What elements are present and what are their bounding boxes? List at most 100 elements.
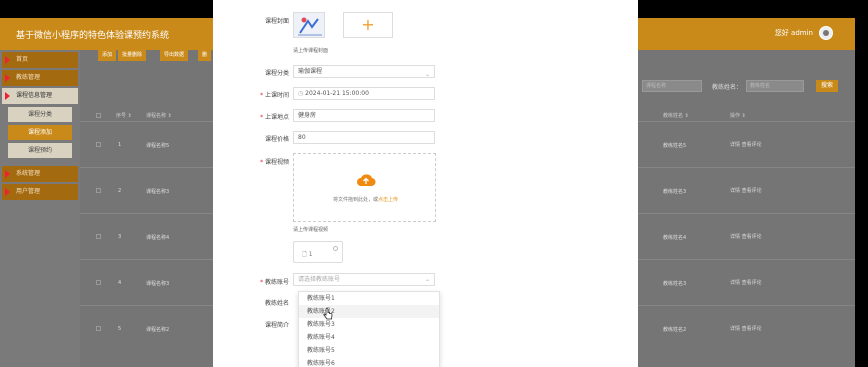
row-index: 1 <box>118 142 122 148</box>
video-label: * 课程视频 <box>260 159 289 166</box>
row-coach-name: 教练姓名3 <box>663 189 687 195</box>
menu-marker-icon <box>5 74 10 82</box>
export-button[interactable]: 导出数据 <box>160 50 189 61</box>
row-course-name: 课程名称3 <box>146 281 170 287</box>
sidebar-item-users[interactable]: 用户管理 <box>2 184 78 200</box>
sidebar-item-course[interactable]: 课程信息管理 <box>2 88 78 104</box>
dropdown-option[interactable]: 教练账号2 <box>299 305 439 318</box>
uploaded-file-name: 🗋 1 <box>302 250 313 260</box>
cover-hint: 请上传课程封面 <box>293 48 329 54</box>
sidebar-item-label: 系统管理 <box>16 170 41 177</box>
chevron-down-icon: ⌄ <box>424 71 430 78</box>
row-actions[interactable]: 详情 查看评论 <box>730 325 762 332</box>
video-label-text: 课程视频 <box>264 159 289 166</box>
course-name-search-input[interactable]: 课程名称 <box>642 80 702 92</box>
row-checkbox[interactable] <box>96 280 101 285</box>
batch-delete-button[interactable]: 批量删除 <box>118 50 147 61</box>
time-picker[interactable]: ◷ 2024-01-21 15:00:00 <box>293 87 435 100</box>
row-course-name: 课程名称2 <box>146 327 170 333</box>
delete-button[interactable]: 删 <box>198 50 212 61</box>
category-select[interactable]: 瑜伽课程 ⌄ <box>293 65 435 78</box>
place-value: 健身房 <box>298 112 317 119</box>
coach-no-placeholder: 请选择教练账号 <box>298 276 341 283</box>
video-hint: 请上传课程视频 <box>293 227 329 233</box>
sidebar-sub-booking[interactable]: 课程预约 <box>8 143 72 158</box>
header-index[interactable]: 序号 ⇕ <box>116 112 132 119</box>
chevron-up-icon: ⌃ <box>424 279 430 286</box>
search-button[interactable]: 搜索 <box>816 80 838 92</box>
select-all-checkbox[interactable] <box>96 113 101 118</box>
row-actions[interactable]: 详情 查看评论 <box>730 141 762 148</box>
coach-no-label: * 教练账号 <box>260 279 289 286</box>
dropdown-option[interactable]: 教练账号5 <box>299 344 439 357</box>
row-checkbox[interactable] <box>96 188 101 193</box>
place-label-text: 上课地点 <box>264 114 289 121</box>
row-actions[interactable]: 详情 查看评论 <box>730 233 762 240</box>
uploaded-file-name-text: 1 <box>308 251 313 258</box>
sidebar-sub-category[interactable]: 课程分类 <box>8 107 72 122</box>
dropdown-option[interactable]: 教练账号4 <box>299 331 439 344</box>
coach-name-search-input[interactable]: 教练姓名 <box>746 80 804 92</box>
intro-label-text: 课程简介 <box>264 322 289 329</box>
close-icon[interactable] <box>333 246 338 251</box>
time-value: 2024-01-21 15:00:00 <box>305 90 369 97</box>
coach-name-label: 教练姓名 <box>233 298 289 307</box>
screen: 基于微信小程序的特色体验课预约系统 您好 admin 首页 教练管理 课程信息管… <box>0 0 868 367</box>
row-checkbox[interactable] <box>96 234 101 239</box>
row-course-name: 课程名称3 <box>146 189 170 195</box>
add-button[interactable]: 添加 <box>98 50 117 61</box>
dropdown-option[interactable]: 教练账号1 <box>299 292 439 305</box>
place-label: * 上课地点 <box>260 114 289 121</box>
dropdown-option[interactable]: 教练账号6 <box>299 357 439 367</box>
menu-marker-icon <box>5 170 10 178</box>
plus-icon[interactable]: + <box>343 12 393 38</box>
time-label: * 上课时间 <box>260 92 289 99</box>
row-index: 3 <box>118 234 122 240</box>
avatar[interactable] <box>819 26 833 40</box>
coach-name-search-label: 教练姓名： <box>712 84 743 91</box>
cloud-upload-icon <box>357 174 376 187</box>
row-checkbox[interactable] <box>96 142 101 147</box>
cover-thumbnail[interactable] <box>293 12 325 38</box>
header-user[interactable]: 您好 admin <box>775 26 833 40</box>
menu-marker-icon <box>5 56 10 64</box>
row-coach-name: 教练姓名4 <box>663 235 687 241</box>
app-title: 基于微信小程序的特色体验课预约系统 <box>16 31 170 41</box>
row-coach-name: 教练姓名5 <box>663 143 687 149</box>
sidebar-item-coach[interactable]: 教练管理 <box>2 70 78 86</box>
price-label-text: 课程价格 <box>264 136 289 143</box>
intro-label: 课程简介 <box>233 320 289 329</box>
right-black-bar <box>855 18 868 367</box>
row-coach-name: 教练姓名3 <box>663 281 687 287</box>
hand-cursor-icon <box>323 308 333 320</box>
row-actions[interactable]: 详情 查看评论 <box>730 279 762 286</box>
video-upload-dropzone[interactable]: 将文件拖到此处，或点击上传 <box>293 153 436 222</box>
cover-image-icon <box>294 13 324 37</box>
menu-marker-icon <box>5 92 10 100</box>
row-actions[interactable]: 详情 查看评论 <box>730 187 762 194</box>
cover-label: 课程封面 <box>233 16 289 25</box>
sidebar-item-home[interactable]: 首页 <box>2 52 78 68</box>
row-coach-name: 教练姓名2 <box>663 327 687 333</box>
header-actions[interactable]: 操作 ⇕ <box>730 112 746 119</box>
row-checkbox[interactable] <box>96 326 101 331</box>
sidebar-item-system[interactable]: 系统管理 <box>2 166 78 182</box>
price-input[interactable]: 80 <box>293 131 435 144</box>
coach-no-select[interactable]: 请选择教练账号 ⌃ <box>293 273 435 286</box>
header-coach-name[interactable]: 教练姓名 ⇕ <box>663 112 689 119</box>
coach-no-dropdown: 教练账号1 教练账号2 教练账号3 教练账号4 教练账号5 教练账号6 <box>298 291 440 367</box>
sidebar-sub-course-add[interactable]: 课程添加 <box>8 125 72 140</box>
time-label-text: 上课时间 <box>264 92 289 99</box>
row-index: 2 <box>118 188 122 194</box>
place-input[interactable]: 健身房 <box>293 109 435 122</box>
dropzone-upload-link[interactable]: 点击上传 <box>378 197 398 203</box>
document-icon: 🗋 <box>302 251 307 258</box>
header-course-name[interactable]: 课程名称 ⇕ <box>146 112 172 119</box>
cover-label-text: 课程封面 <box>264 18 289 25</box>
dropdown-option[interactable]: 教练账号3 <box>299 318 439 331</box>
sidebar: 首页 教练管理 课程信息管理 课程分类 课程添加 课程预约 系统管理 用户管理 <box>0 50 80 367</box>
sidebar-item-label: 首页 <box>16 56 29 63</box>
row-course-name: 课程名称5 <box>146 143 170 149</box>
row-index: 4 <box>118 280 122 286</box>
uploaded-file-item[interactable]: 🗋 1 <box>293 241 343 263</box>
